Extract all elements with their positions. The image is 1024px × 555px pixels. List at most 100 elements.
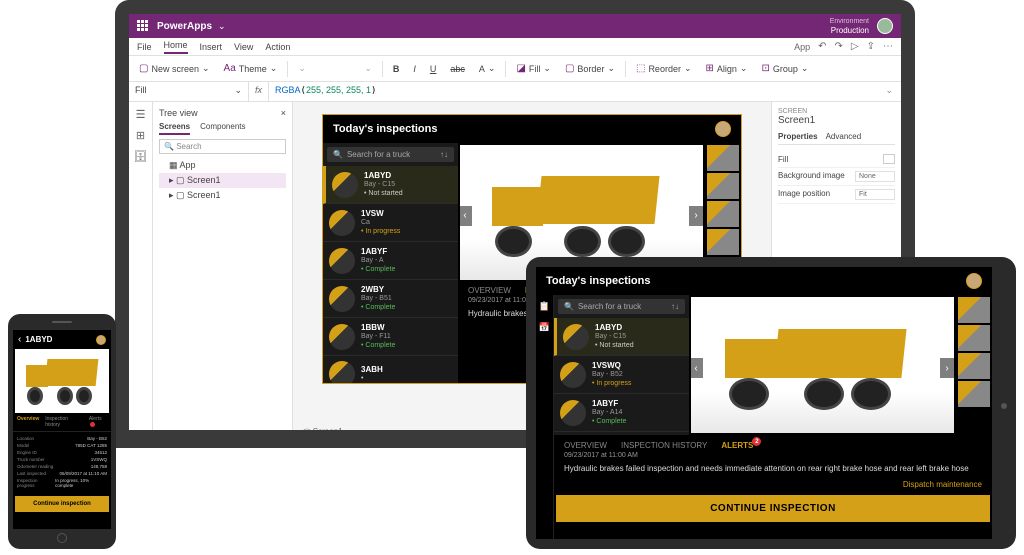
tab-inspection-history[interactable]: INSPECTION HISTORY bbox=[621, 441, 707, 450]
data-rail-icon[interactable]: 🗄 bbox=[134, 150, 148, 163]
nav-clipboard-icon[interactable]: 📋 bbox=[539, 301, 550, 312]
truck-list: 🔍Search for a truck↑↓ 1ABYDBay - C15• No… bbox=[323, 143, 458, 383]
chevron-down-icon[interactable]: ⌄ bbox=[218, 21, 226, 32]
phone-home-button[interactable] bbox=[57, 533, 67, 543]
tab-properties[interactable]: Properties bbox=[778, 132, 818, 141]
tab-alerts[interactable]: ALERTS2 bbox=[721, 441, 753, 450]
truck-thumb bbox=[560, 362, 586, 388]
tree-node-screen1b[interactable]: ▸ ▢ Screen1 bbox=[159, 188, 286, 203]
phone-tab-alerts[interactable]: Alerts bbox=[89, 416, 107, 428]
fill-button[interactable]: ◪Fill⌄ bbox=[512, 61, 555, 76]
property-selector[interactable]: Fill⌄ bbox=[129, 82, 249, 101]
expand-formula-icon[interactable]: ⌄ bbox=[877, 82, 901, 101]
bold-button[interactable]: B bbox=[389, 62, 404, 76]
phone-tab-history[interactable]: Inspection history bbox=[45, 416, 83, 428]
brand-label: PowerApps bbox=[157, 21, 212, 32]
continue-inspection-button[interactable]: CONTINUE INSPECTION bbox=[556, 495, 990, 522]
tablet-nav-rail: 📋 📅 bbox=[536, 295, 554, 539]
menu-file[interactable]: File bbox=[137, 42, 152, 52]
app-avatar[interactable] bbox=[715, 121, 731, 137]
tab-overview[interactable]: OVERVIEW bbox=[468, 286, 511, 295]
thumbnail[interactable] bbox=[958, 297, 990, 323]
prev-image-icon[interactable]: ‹ bbox=[458, 206, 472, 226]
truck-list-item[interactable]: 2WBYBay - B51• Complete bbox=[323, 280, 458, 318]
truck-list-item[interactable]: 1VSWCa• In progress bbox=[323, 204, 458, 242]
truck-list-item[interactable]: 1ABYFBay - A14• Complete bbox=[554, 394, 689, 432]
share-icon[interactable]: ⇪ bbox=[867, 41, 875, 52]
sort-icon[interactable]: ↑↓ bbox=[671, 302, 679, 311]
redo-icon[interactable]: ↷ bbox=[835, 41, 843, 52]
group-button[interactable]: ⊡Group⌄ bbox=[757, 61, 812, 76]
play-icon[interactable]: ▷ bbox=[851, 41, 859, 52]
tab-advanced[interactable]: Advanced bbox=[826, 132, 862, 141]
truck-list-item[interactable]: 3ABH• bbox=[323, 356, 458, 383]
thumbnail[interactable] bbox=[958, 381, 990, 407]
alert-badge-icon bbox=[90, 422, 95, 427]
truck-list-item[interactable]: 1ABYDBay - C15• Not started bbox=[554, 318, 689, 356]
formula-input[interactable]: RGBA(255, 255, 255, 1) bbox=[269, 82, 382, 101]
menu-view[interactable]: View bbox=[234, 42, 253, 52]
tab-overview[interactable]: OVERVIEW bbox=[564, 441, 607, 450]
tab-components[interactable]: Components bbox=[200, 122, 245, 135]
font-size[interactable]: ⌄ bbox=[360, 61, 376, 76]
tree-search-input[interactable]: 🔍 Search bbox=[159, 139, 286, 154]
menu-action[interactable]: Action bbox=[265, 42, 290, 52]
new-screen-button[interactable]: ▢New screen⌄ bbox=[135, 61, 214, 76]
undo-icon[interactable]: ↶ bbox=[818, 41, 826, 52]
user-avatar[interactable] bbox=[877, 18, 893, 34]
close-icon[interactable]: × bbox=[281, 108, 286, 118]
menu-home[interactable]: Home bbox=[164, 40, 188, 54]
tree-node-screen1[interactable]: ▸ ▢ Screen1 bbox=[159, 173, 286, 188]
font-color-button[interactable]: A⌄ bbox=[475, 61, 500, 76]
back-icon[interactable]: ‹ bbox=[18, 334, 21, 345]
underline-button[interactable]: U bbox=[426, 62, 441, 76]
fx-label: fx bbox=[249, 82, 269, 101]
border-button[interactable]: ▢Border⌄ bbox=[561, 61, 619, 76]
truck-list-item[interactable]: 1VSWQBay - B52• In progress bbox=[554, 356, 689, 394]
truck-search-input[interactable]: 🔍Search for a truck↑↓ bbox=[327, 147, 454, 162]
img-pos-select[interactable]: Fit bbox=[855, 189, 895, 200]
font-select[interactable]: ⌄ bbox=[294, 61, 354, 76]
theme-button[interactable]: AaTheme⌄ bbox=[220, 61, 282, 76]
phone-continue-button[interactable]: Continue inspection bbox=[15, 496, 109, 512]
insert-rail-icon[interactable]: ⊞ bbox=[136, 129, 145, 142]
truck-list-item[interactable]: 1ABYDBay - C15• Not started bbox=[323, 166, 458, 204]
dispatch-link[interactable]: Dispatch maintenance bbox=[554, 480, 992, 495]
italic-button[interactable]: I bbox=[409, 62, 420, 76]
app-title: Today's inspections bbox=[333, 123, 438, 135]
settings-icon[interactable]: ⋯ bbox=[883, 41, 893, 52]
truck-list-item[interactable]: 1BBWBay - F11• Complete bbox=[323, 318, 458, 356]
app-launcher-icon[interactable] bbox=[137, 20, 149, 32]
truck-search-input[interactable]: 🔍Search for a truck↑↓ bbox=[558, 299, 685, 314]
next-image-icon[interactable]: › bbox=[940, 358, 954, 378]
thumbnail[interactable] bbox=[958, 353, 990, 379]
truck-list-item[interactable]: 1ABYFBay - A• Complete bbox=[323, 242, 458, 280]
phone-tab-overview[interactable]: Overview bbox=[17, 416, 39, 428]
prev-image-icon[interactable]: ‹ bbox=[689, 358, 703, 378]
tree-view-icon[interactable]: ☰ bbox=[136, 108, 146, 121]
bg-image-select[interactable]: None bbox=[855, 171, 895, 182]
environment-picker[interactable]: Environment Production bbox=[830, 17, 869, 35]
reorder-button[interactable]: ⬚Reorder⌄ bbox=[632, 61, 696, 76]
menu-app[interactable]: App bbox=[794, 42, 810, 52]
tree-node-app[interactable]: ▦ App bbox=[159, 158, 286, 173]
tab-screens[interactable]: Screens bbox=[159, 122, 190, 135]
app-title: Today's inspections bbox=[546, 275, 651, 287]
detail-row: Model785D CAT 1285 bbox=[17, 442, 107, 449]
thumbnail[interactable] bbox=[707, 173, 739, 199]
tablet-camera bbox=[1001, 403, 1007, 409]
thumbnail[interactable] bbox=[958, 325, 990, 351]
phone-avatar[interactable] bbox=[96, 335, 106, 345]
thumbnail[interactable] bbox=[707, 145, 739, 171]
thumbnail[interactable] bbox=[707, 229, 739, 255]
next-image-icon[interactable]: › bbox=[689, 206, 703, 226]
align-button[interactable]: ⊞Align⌄ bbox=[702, 61, 752, 76]
detail-row: Odometer reading148,758 bbox=[17, 463, 107, 470]
app-avatar[interactable] bbox=[966, 273, 982, 289]
strike-button[interactable]: abc bbox=[446, 62, 469, 76]
menu-insert[interactable]: Insert bbox=[200, 42, 223, 52]
thumbnail[interactable] bbox=[707, 201, 739, 227]
sort-icon[interactable]: ↑↓ bbox=[440, 150, 448, 159]
nav-calendar-icon[interactable]: 📅 bbox=[539, 322, 550, 333]
fill-swatch[interactable] bbox=[883, 154, 895, 164]
